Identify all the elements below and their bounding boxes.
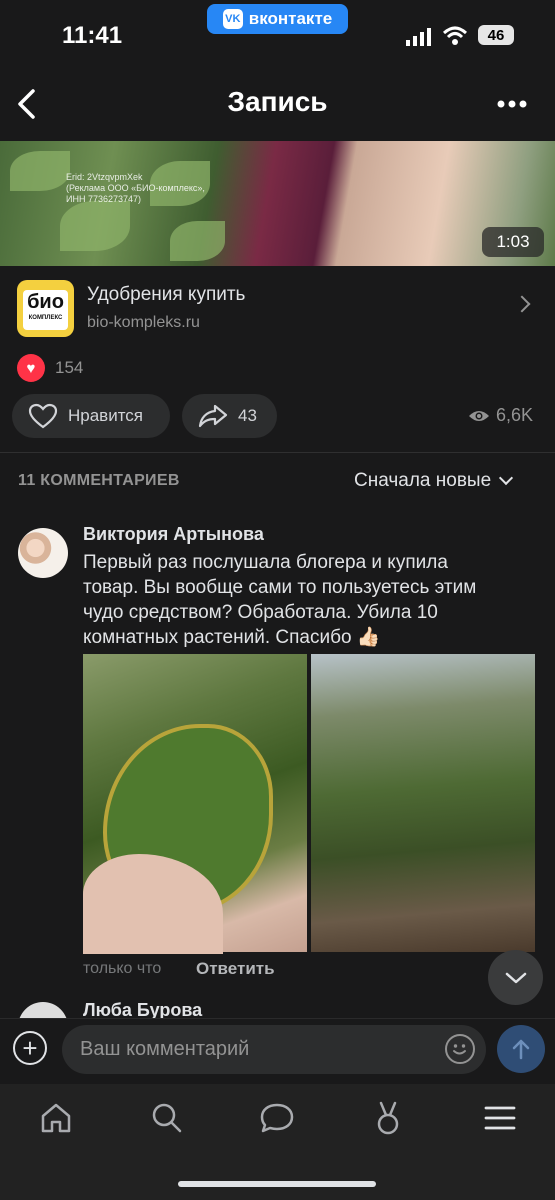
like-button[interactable]: Нравится [12,394,170,438]
tab-home[interactable] [36,1100,76,1136]
share-icon [198,404,228,428]
comment-input-placeholder: Ваш комментарий [80,1038,250,1060]
views-count: 6,6K [496,405,534,425]
share-button[interactable]: 43 [182,394,277,438]
comment-text: Первый раз послушала блогера и купила то… [83,552,477,648]
ad-link-domain: bio-kompleks.ru [87,314,200,331]
vk-logo-icon: VK [222,9,243,29]
views-counter: 6,6K [468,405,533,426]
battery-indicator: 46 [478,25,514,45]
heart-outline-icon [28,403,58,429]
tab-search[interactable] [147,1100,187,1136]
signal-icon [406,28,431,46]
search-icon [152,1103,182,1133]
video-ad-disclaimer: Erid: 2VtzqvpmXek (Реклама ООО «БИО-комп… [66,172,205,205]
comment-photo[interactable] [83,654,307,954]
comment-photo[interactable] [311,654,535,952]
page-title: Запись [227,86,328,117]
disclaimer-line: ИНН 7736273747) [66,194,142,204]
leaf-shape [10,151,70,191]
tab-messages[interactable] [257,1100,297,1136]
chevron-down-icon [499,470,514,486]
eye-icon [469,410,489,421]
vk-app-pill-label: вконтакте [248,9,333,28]
vk-app-pill[interactable]: VK вконтакте [207,4,348,34]
leaf-shape [60,201,130,251]
logo-text: био [27,291,64,313]
arrow-up-icon [512,1039,530,1060]
avatar[interactable] [18,528,68,578]
status-time: 11:41 [62,22,123,49]
comments-count: 11 КОММЕНТАРИЕВ [18,472,180,489]
wifi-icon [442,26,468,45]
messages-icon [260,1103,294,1133]
share-count: 43 [238,406,257,425]
tab-clips[interactable] [368,1100,408,1136]
logo-subtext: КОМПЛЕКС [28,315,63,321]
advertiser-logo[interactable]: био КОМПЛЕКС [17,280,74,337]
disclaimer-line: (Реклама ООО «БИО-комплекс», [66,183,205,193]
comment-time: только что [83,960,162,977]
more-horizontal-icon[interactable] [497,99,527,109]
ad-link-title[interactable]: Удобрения купить [87,284,245,306]
comments-sort-dropdown[interactable]: Сначала новые [354,470,514,492]
heart-reaction-icon[interactable]: ♥ [17,354,45,382]
like-button-label: Нравится [68,406,144,425]
send-button[interactable] [497,1025,545,1073]
emoji-icon[interactable] [445,1034,475,1064]
divider [0,452,555,453]
leaf-shape [170,221,225,261]
reply-button[interactable]: Ответить [196,959,275,979]
scroll-down-button[interactable] [488,950,543,1005]
chevron-right-icon[interactable] [513,295,531,313]
comments-sort-label: Сначала новые [354,470,492,491]
menu-icon [484,1106,516,1130]
chevron-down-icon [505,972,526,983]
disclaimer-line: Erid: 2VtzqvpmXek [66,172,143,182]
video-duration-badge: 1:03 [482,227,544,257]
home-indicator [178,1181,376,1187]
tab-menu[interactable] [480,1100,520,1136]
home-icon [41,1103,71,1133]
add-attachment-button[interactable]: + [13,1031,47,1065]
reactions-count[interactable]: 154 [55,358,83,378]
comment-author[interactable]: Виктория Артынова [83,524,264,545]
clips-icon [377,1101,399,1135]
advertiser-logo-mark: био КОМПЛЕКС [23,290,68,330]
smile-face-shape [453,1044,466,1055]
